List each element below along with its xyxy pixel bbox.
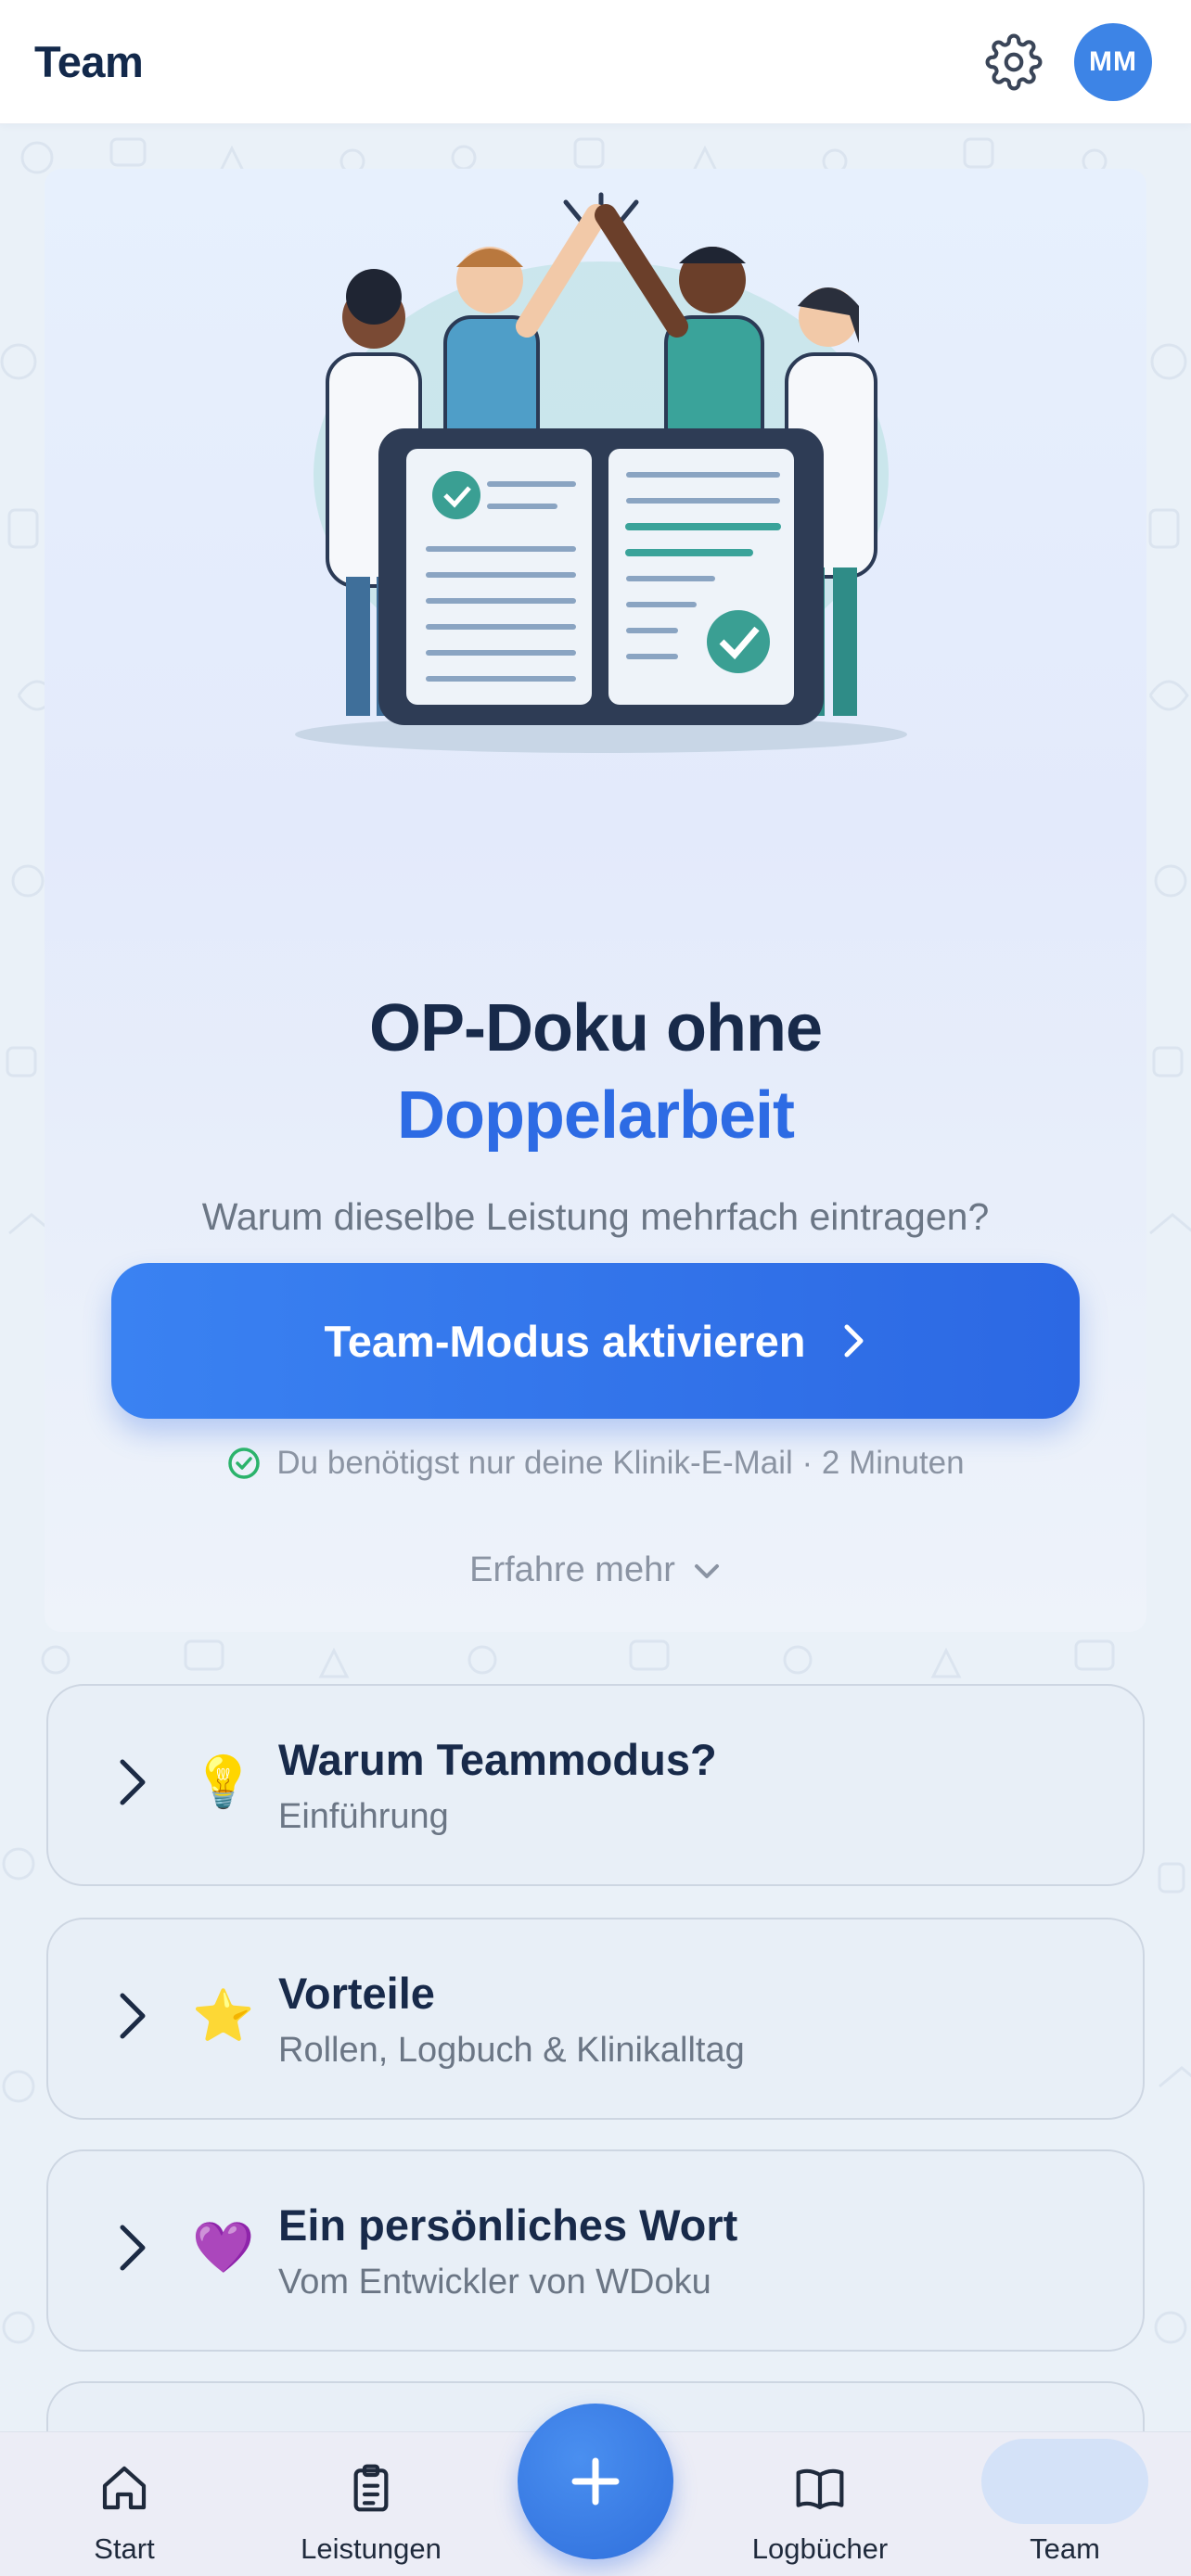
accordion-title: Vorteile: [278, 1969, 435, 2018]
chevron-right-icon: [120, 1993, 146, 2039]
avatar[interactable]: MM: [1074, 22, 1152, 101]
hero-title-line1: OP-Doku ohne: [369, 991, 823, 1065]
chevron-down-icon: [694, 1563, 719, 1578]
add-entry-button[interactable]: [518, 2404, 673, 2559]
home-icon: [102, 2466, 147, 2510]
team-high-five-illustration: [295, 192, 907, 753]
learn-more-toggle[interactable]: Erfahre mehr: [45, 1550, 1146, 1590]
chevron-right-icon: [120, 2225, 146, 2271]
accordion-subtitle: Einführung: [278, 1797, 449, 1836]
accordion-title: Warum Teammodus?: [278, 1735, 717, 1784]
activate-team-mode-button[interactable]: Team-Modus aktivieren: [111, 1263, 1080, 1419]
nav-label: Start: [94, 2532, 155, 2565]
requirement-note-text: Du benötigst nur deine Klinik-E-Mail · 2…: [276, 1445, 965, 1481]
hero-title-line2: Doppelarbeit: [396, 1078, 795, 1153]
check-circle-icon: [228, 1447, 261, 1479]
hero-card: OP-Doku ohne Doppelarbeit Warum dieselbe…: [45, 169, 1146, 1632]
chevron-right-icon: [844, 1324, 864, 1358]
page-title: Team: [34, 37, 144, 86]
accordion-title: Ein persönliches Wort: [278, 2200, 738, 2250]
accordion-item-benefits[interactable]: ⭐ Vorteile Rollen, Logbuch & Klinikallta…: [46, 1918, 1145, 2120]
app-header: Team MM: [0, 0, 1191, 124]
learn-more-label: Erfahre mehr: [469, 1550, 675, 1589]
nav-item-leistungen[interactable]: Leistungen: [278, 2432, 464, 2576]
purple-heart-icon: 💜: [192, 2220, 255, 2276]
requirement-note: Du benötigst nur deine Klinik-E-Mail · 2…: [45, 1445, 1146, 1482]
nav-active-indicator: [981, 2439, 1148, 2524]
gear-icon[interactable]: [983, 32, 1044, 93]
hero-title: OP-Doku ohne Doppelarbeit: [45, 985, 1146, 1159]
nav-label: Leistungen: [301, 2532, 442, 2565]
plus-icon: [571, 2457, 620, 2506]
cta-label: Team-Modus aktivieren: [324, 1316, 806, 1366]
accordion-subtitle: Vom Entwickler von WDoku: [278, 2263, 711, 2302]
star-icon: ⭐: [192, 1988, 255, 2044]
nav-label: Logbücher: [751, 2532, 889, 2565]
nav-item-logbuecher[interactable]: Logbücher: [727, 2432, 913, 2576]
clipboard-icon: [353, 2464, 389, 2512]
book-icon: [796, 2468, 844, 2510]
accordion-subtitle: Rollen, Logbuch & Klinikalltag: [278, 2031, 745, 2070]
accordion-item-personal-word[interactable]: 💜 Ein persönliches Wort Vom Entwickler v…: [46, 2149, 1145, 2352]
lightbulb-icon: 💡: [192, 1754, 255, 1810]
nav-label: Team: [1030, 2532, 1100, 2565]
accordion-item-why-team-mode[interactable]: 💡 Warum Teammodus? Einführung: [46, 1684, 1145, 1886]
nav-item-start[interactable]: Start: [69, 2432, 180, 2576]
chevron-right-icon: [120, 1759, 146, 1805]
header-actions: MM: [983, 22, 1152, 101]
